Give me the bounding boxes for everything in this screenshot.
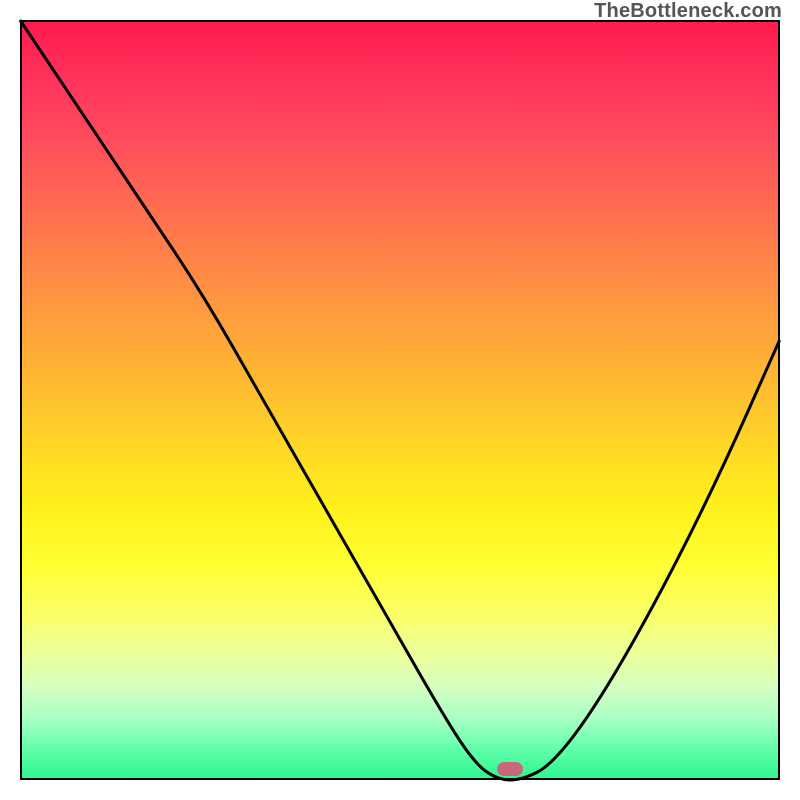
chart-container: TheBottleneck.com [0,0,800,800]
bottleneck-curve-path [20,20,780,780]
optimal-marker [497,762,523,776]
bottleneck-curve-svg [20,20,780,780]
